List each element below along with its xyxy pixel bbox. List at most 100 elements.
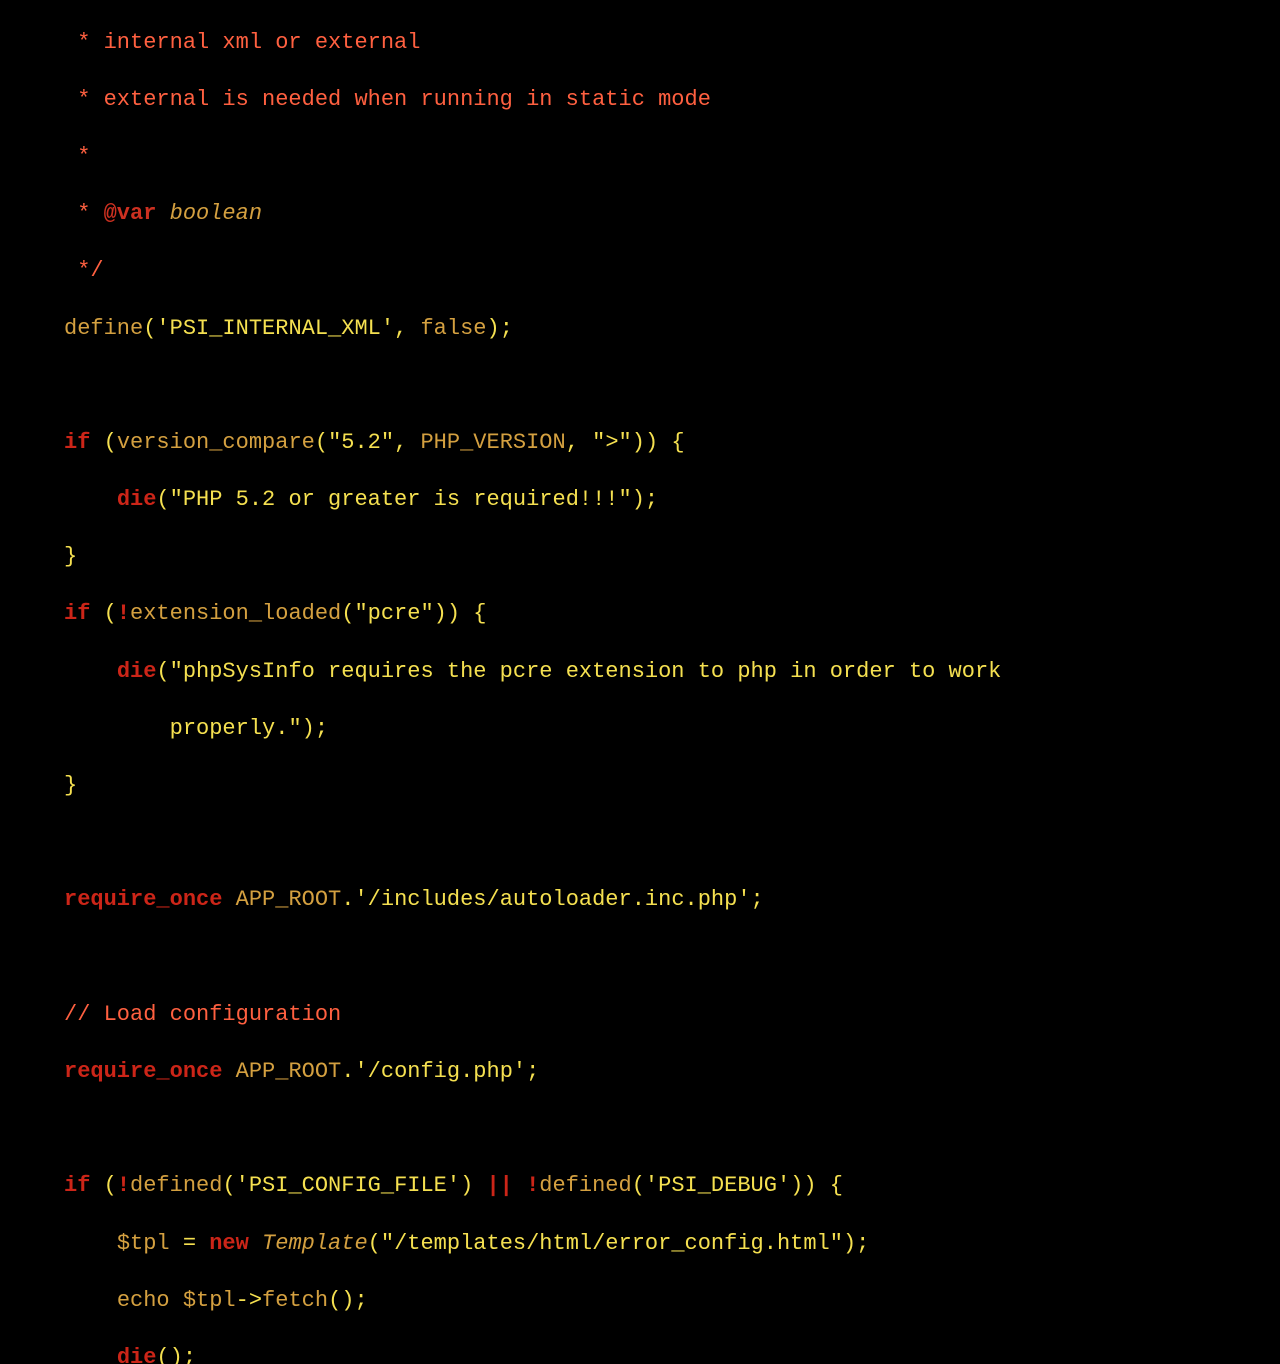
string-literal: 'PSI_DEBUG' (645, 1173, 790, 1198)
open-paren: ( (104, 430, 117, 455)
blank-line (64, 829, 1280, 858)
code-line: * external is needed when running in sta… (64, 86, 1280, 115)
assign-operator: = (170, 1231, 210, 1256)
variable: $tpl (117, 1231, 170, 1256)
space (513, 1173, 526, 1198)
indent (64, 1345, 117, 1364)
open-paren: ( (315, 430, 328, 455)
code-line: require_once APP_ROOT.'/config.php'; (64, 1058, 1280, 1087)
constant: APP_ROOT (236, 887, 342, 912)
code-line: properly."); (64, 715, 1280, 744)
if-keyword: if (64, 430, 90, 455)
close-paren: ) (632, 430, 645, 455)
if-keyword: if (64, 1173, 90, 1198)
string-literal: "PHP 5.2 or greater is required!!!" (170, 487, 632, 512)
line-comment: // Load configuration (64, 1002, 341, 1027)
function-call: version_compare (117, 430, 315, 455)
indent (64, 487, 117, 512)
code-line: die("PHP 5.2 or greater is required!!!")… (64, 486, 1280, 515)
negation-operator: ! (117, 1173, 130, 1198)
string-literal: "5.2" (328, 430, 394, 455)
semicolon: ; (856, 1231, 869, 1256)
comment-close: */ (64, 258, 104, 283)
close-paren: ) (434, 601, 447, 626)
semicolon: ; (645, 487, 658, 512)
code-line: if (!defined('PSI_CONFIG_FILE') || !defi… (64, 1172, 1280, 1201)
comma: , (394, 316, 420, 341)
string-literal: '/includes/autoloader.inc.php' (354, 887, 750, 912)
die-keyword: die (117, 487, 157, 512)
code-line: } (64, 772, 1280, 801)
require-once-keyword: require_once (64, 1059, 222, 1084)
constant: PHP_VERSION (420, 430, 565, 455)
open-paren: ( (104, 601, 117, 626)
close-paren: ) (790, 1173, 803, 1198)
constant: APP_ROOT (236, 1059, 342, 1084)
docblock-tag: @var (104, 201, 157, 226)
string-literal: "pcre" (354, 601, 433, 626)
close-paren: ) (645, 430, 658, 455)
comma: , (566, 430, 592, 455)
close-paren: ) (632, 487, 645, 512)
close-brace: } (64, 544, 77, 569)
string-literal: '/config.php' (354, 1059, 526, 1084)
space (90, 430, 103, 455)
semicolon: ; (526, 1059, 539, 1084)
code-line: $tpl = new Template("/templates/html/err… (64, 1230, 1280, 1259)
string-literal: 'PSI_CONFIG_FILE' (236, 1173, 460, 1198)
open-brace: { (817, 1173, 843, 1198)
parens: () (156, 1345, 182, 1364)
echo-keyword: echo (117, 1288, 183, 1313)
function-call: extension_loaded (130, 601, 341, 626)
if-keyword: if (64, 601, 90, 626)
close-paren: ) (843, 1231, 856, 1256)
string-literal: ">" (592, 430, 632, 455)
open-paren: ( (368, 1231, 381, 1256)
code-line: // Load configuration (64, 1001, 1280, 1030)
code-line: * internal xml or external (64, 29, 1280, 58)
open-brace: { (460, 601, 486, 626)
open-paren: ( (156, 659, 169, 684)
comma: , (394, 430, 420, 455)
concat-operator: . (341, 1059, 354, 1084)
or-operator: || (486, 1173, 512, 1198)
code-line: } (64, 543, 1280, 572)
code-line: if (version_compare("5.2", PHP_VERSION, … (64, 429, 1280, 458)
code-editor-viewport[interactable]: * internal xml or external * external is… (0, 0, 1280, 1364)
close-paren: ) (460, 1173, 473, 1198)
die-keyword: die (117, 1345, 157, 1364)
space (222, 887, 235, 912)
string-literal: 'PSI_INTERNAL_XML' (156, 316, 394, 341)
close-paren: ) (486, 316, 499, 341)
comment-text: * (64, 144, 90, 169)
space (222, 1059, 235, 1084)
require-once-keyword: require_once (64, 887, 222, 912)
close-paren: ) (803, 1173, 816, 1198)
parens: () (328, 1288, 354, 1313)
arrow-operator: -> (236, 1288, 262, 1313)
semicolon: ; (354, 1288, 367, 1313)
concat-operator: . (341, 887, 354, 912)
blank-line (64, 1115, 1280, 1144)
indent (64, 716, 170, 741)
open-paren: ( (143, 316, 156, 341)
comment-text: * external is needed when running in sta… (64, 87, 711, 112)
code-line: if (!extension_loaded("pcre")) { (64, 600, 1280, 629)
code-line: * @var boolean (64, 200, 1280, 229)
die-keyword: die (117, 659, 157, 684)
semicolon: ; (500, 316, 513, 341)
string-literal: "phpSysInfo requires the pcre extension … (170, 659, 1002, 684)
open-paren: ( (156, 487, 169, 512)
define-call: define (64, 316, 143, 341)
open-brace: { (658, 430, 684, 455)
string-literal-continuation: properly." (170, 716, 302, 741)
close-paren: ) (447, 601, 460, 626)
string-literal: "/templates/html/error_config.html" (381, 1231, 843, 1256)
code-line: define('PSI_INTERNAL_XML', false); (64, 315, 1280, 344)
code-line: require_once APP_ROOT.'/includes/autoloa… (64, 886, 1280, 915)
comment-text: * internal xml or external (64, 30, 420, 55)
space (249, 1231, 262, 1256)
comment-star: * (64, 201, 104, 226)
docblock-type: boolean (156, 201, 262, 226)
open-paren: ( (222, 1173, 235, 1198)
